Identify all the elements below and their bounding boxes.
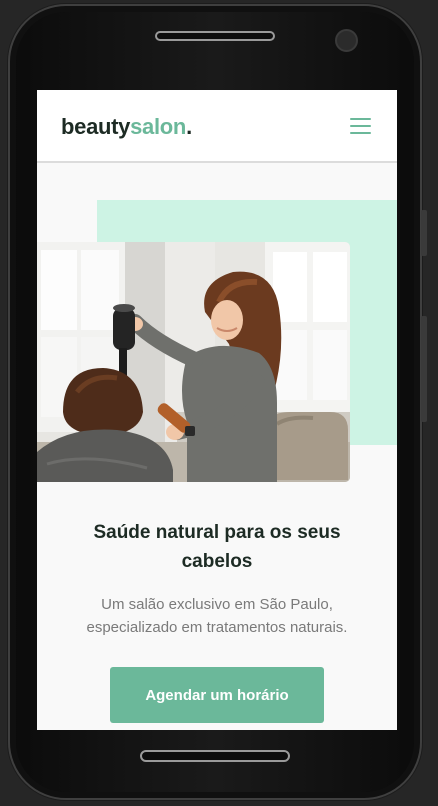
hero-subtext: Um salão exclusivo em São Paulo, especia… — [86, 596, 348, 636]
logo-dot: . — [186, 114, 192, 139]
phone-camera — [335, 29, 358, 52]
volume-button — [421, 210, 427, 256]
phone-home-bar — [140, 750, 290, 762]
hamburger-menu-icon[interactable] — [350, 118, 371, 134]
logo[interactable]: beautysalon. — [61, 114, 192, 140]
salon-photo — [37, 242, 350, 482]
logo-text-salon: salon — [130, 114, 187, 139]
app-screen: beautysalon. Saúde natural para os seus … — [37, 90, 397, 730]
schedule-appointment-button[interactable]: Agendar um horário — [110, 667, 324, 723]
site-header: beautysalon. — [37, 90, 397, 163]
hero-headline: Saúde natural para os seus cabelos — [93, 522, 341, 572]
logo-text-beauty: beauty — [61, 114, 131, 139]
power-button — [421, 316, 427, 422]
phone-speaker — [155, 31, 275, 41]
